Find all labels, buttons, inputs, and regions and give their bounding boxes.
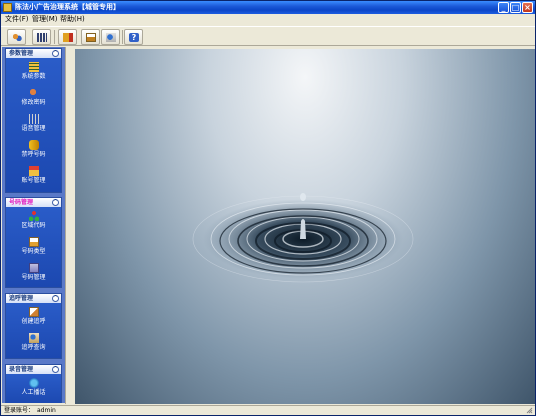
sidebar-item-number-manage[interactable]: 号码管理 [6,263,61,282]
sidebar-group-recording: 录音管理 ^ 人工播话 [5,364,62,403]
group-body: 创建追呼 追呼查询 [6,303,61,358]
sidebar-item-blocked-numbers[interactable]: 禁呼号码 [6,140,61,159]
grid-icon [28,62,39,72]
group-title: 参数管理 [9,50,34,57]
sidebar-item-number-type[interactable]: 号码类型 [6,237,61,256]
query-icon [28,333,39,343]
app-icon [3,3,12,12]
toolbar-users-button[interactable] [7,29,26,45]
pane-splitter[interactable] [65,47,75,404]
sidebar: 参数管理 ^ 系统参数 修改密码 语音管理 禁呼号码 账号管理 号码管理 ^ 区… [2,47,65,403]
contacts-icon [28,263,39,273]
status-bar: 登录账号： admin [1,405,535,415]
group-title: 追呼管理 [9,295,34,302]
sidebar-item-create-tracking[interactable]: 创建追呼 [6,307,61,326]
chevron-up-icon[interactable]: ^ [52,366,59,373]
toolbar-help-button[interactable]: ? [124,29,143,45]
equalizer-icon [37,33,47,42]
globe-icon [28,378,39,388]
chevron-up-icon[interactable]: ^ [52,295,59,302]
search-user-icon [106,33,116,42]
sidebar-item-manual-call[interactable]: 人工播话 [6,378,61,397]
export-icon [86,33,96,42]
chevron-up-icon[interactable]: ^ [52,50,59,57]
menu-file[interactable]: 文件(F) [5,15,29,24]
edit-doc-icon [28,307,39,317]
group-header-tracking[interactable]: 追呼管理 ^ [6,294,61,303]
help-icon: ? [129,33,139,42]
maximize-button[interactable]: □ [510,2,521,13]
status-username: admin [37,407,56,414]
sidebar-item-change-password[interactable]: 修改密码 [6,88,61,107]
toolbar-export-button[interactable] [81,29,100,45]
close-button[interactable]: × [522,2,533,13]
sidebar-group-tracking: 追呼管理 ^ 创建追呼 追呼查询 [5,293,62,359]
database-icon [28,140,39,150]
toolbar-search-button[interactable] [101,29,120,45]
toolbar-exit-button[interactable] [58,29,77,45]
sidebar-group-params: 参数管理 ^ 系统参数 修改密码 语音管理 禁呼号码 账号管理 [5,48,62,193]
window-title: 陈法小广告治理系统【城管专用】 [15,3,120,11]
menu-bar: 文件(F) 管理(M) 帮助(H) [1,14,535,25]
group-header-params[interactable]: 参数管理 ^ [6,49,61,58]
menu-manage[interactable]: 管理(M) [32,15,58,24]
resize-grip-icon[interactable] [526,407,533,414]
chevron-up-icon[interactable]: ^ [52,199,59,206]
group-header-recording[interactable]: 录音管理 ^ [6,365,61,374]
group-title: 录音管理 [9,366,34,373]
toolbar-parameters-button[interactable] [32,29,51,45]
key-user-icon [28,88,39,98]
door-icon [63,33,73,42]
users-icon [12,33,22,42]
group-body: 区域代码 号码类型 号码管理 [6,207,61,287]
toolbar-separator [54,30,55,44]
sidebar-item-area-code[interactable]: 区域代码 [6,211,61,230]
group-title: 号码管理 [9,199,34,206]
sidebar-item-system-params[interactable]: 系统参数 [6,62,61,81]
water-drop-image [192,193,414,283]
tools-icon [28,114,39,124]
menu-help[interactable]: 帮助(H) [60,15,85,24]
toolbar: ? [1,26,535,46]
status-label: 登录账号： [4,407,35,414]
app-window: 陈法小广告治理系统【城管专用】 _ □ × 文件(F) 管理(M) 帮助(H) … [0,0,536,416]
main-content-area [75,49,535,404]
id-card-icon [28,237,39,247]
minimize-button[interactable]: _ [498,2,509,13]
group-body: 系统参数 修改密码 语音管理 禁呼号码 账号管理 [6,58,61,192]
sidebar-group-numbers: 号码管理 ^ 区域代码 号码类型 号码管理 [5,197,62,288]
sidebar-item-account-manage[interactable]: 账号管理 [6,166,61,185]
account-icon [28,166,39,176]
group-header-numbers[interactable]: 号码管理 ^ [6,198,61,207]
group-body: 人工播话 [6,374,61,403]
sidebar-item-tracking-query[interactable]: 追呼查询 [6,333,61,352]
sidebar-item-voice-manage[interactable]: 语音管理 [6,114,61,133]
toolbar-separator [122,30,123,44]
title-bar: 陈法小广告治理系统【城管专用】 _ □ × [1,1,535,14]
network-icon [28,211,39,221]
